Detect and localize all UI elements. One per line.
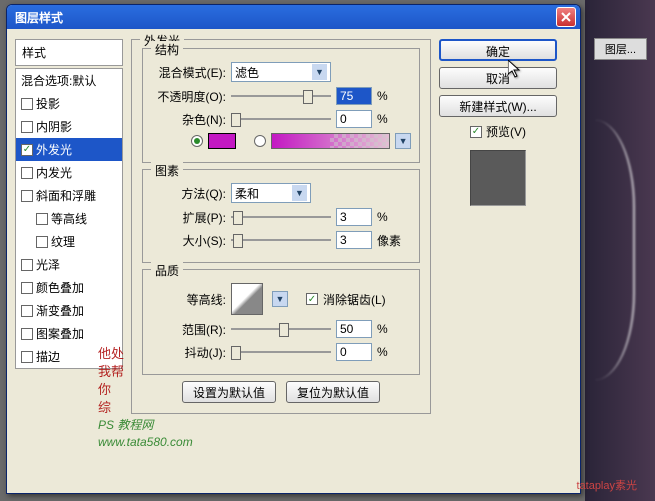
cancel-button[interactable]: 取消: [439, 67, 557, 89]
preview-label: 预览(V): [486, 123, 526, 140]
antialias-checkbox[interactable]: ✓: [306, 293, 318, 305]
noise-label: 杂色(N):: [151, 111, 226, 128]
elements-group: 图素 方法(Q): 柔和▼ 扩展(P): 3 % 大小(S): 3: [142, 169, 420, 263]
close-button[interactable]: [556, 7, 576, 27]
spread-label: 扩展(P):: [151, 209, 226, 226]
size-slider[interactable]: [231, 232, 331, 248]
unit: 像素: [377, 232, 401, 249]
checkbox[interactable]: [36, 213, 48, 225]
background-panel: [585, 0, 655, 501]
bg-light-curve: [595, 120, 635, 380]
dialog-buttons: 确定 取消 新建样式(W)... ✓ 预览(V): [439, 39, 557, 483]
outer-glow-group: 外发光 结构 混合模式(E): 滤色▼ 不透明度(O): 75 % 杂色(N):: [131, 39, 431, 414]
checkbox[interactable]: [21, 167, 33, 179]
blend-mode-select[interactable]: 滤色▼: [231, 62, 331, 82]
opacity-slider[interactable]: [231, 88, 331, 104]
unit: %: [377, 345, 388, 359]
style-item-stroke[interactable]: 描边: [16, 345, 122, 368]
range-label: 范围(R):: [151, 321, 226, 338]
structure-group: 结构 混合模式(E): 滤色▼ 不透明度(O): 75 % 杂色(N):: [142, 48, 420, 163]
styles-sidebar: 样式 混合选项:默认 投影 内阴影 ✓外发光 内发光 斜面和浮雕 等高线 纹理 …: [15, 39, 123, 483]
contour-dropdown[interactable]: ▼: [272, 291, 288, 307]
unit: %: [377, 322, 388, 336]
blend-mode-label: 混合模式(E):: [151, 64, 226, 81]
structure-legend: 结构: [151, 41, 183, 58]
style-item-gradient-overlay[interactable]: 渐变叠加: [16, 299, 122, 322]
size-label: 大小(S):: [151, 232, 226, 249]
gradient-dropdown[interactable]: ▼: [395, 133, 411, 149]
style-item-inner-glow[interactable]: 内发光: [16, 161, 122, 184]
style-item-texture[interactable]: 纹理: [16, 230, 122, 253]
tataplay-watermark: tataplay素光: [576, 477, 637, 493]
antialias-label: 消除锯齿(L): [323, 291, 386, 308]
jitter-slider[interactable]: [231, 344, 331, 360]
checkbox[interactable]: [21, 351, 33, 363]
style-item-contour[interactable]: 等高线: [16, 207, 122, 230]
spread-input[interactable]: 3: [336, 208, 372, 226]
style-item-color-overlay[interactable]: 颜色叠加: [16, 276, 122, 299]
styles-list: 混合选项:默认 投影 内阴影 ✓外发光 内发光 斜面和浮雕 等高线 纹理 光泽 …: [15, 68, 123, 369]
checkbox[interactable]: [36, 236, 48, 248]
jitter-input[interactable]: 0: [336, 343, 372, 361]
preview-checkbox[interactable]: ✓: [470, 126, 482, 138]
set-default-button[interactable]: 设置为默认值: [182, 381, 276, 403]
style-item-drop-shadow[interactable]: 投影: [16, 92, 122, 115]
color-swatch[interactable]: [208, 133, 236, 149]
close-icon: [561, 12, 571, 22]
technique-label: 方法(Q):: [151, 185, 226, 202]
checkbox[interactable]: [21, 121, 33, 133]
checkbox[interactable]: [21, 282, 33, 294]
unit: %: [377, 89, 388, 103]
contour-label: 等高线:: [151, 291, 226, 308]
color-radio[interactable]: [191, 135, 203, 147]
contour-picker[interactable]: [231, 283, 263, 315]
quality-legend: 品质: [151, 262, 183, 279]
gradient-radio[interactable]: [254, 135, 266, 147]
checkbox[interactable]: [21, 328, 33, 340]
preview-toggle[interactable]: ✓ 预览(V): [439, 123, 557, 140]
technique-select[interactable]: 柔和▼: [231, 183, 311, 203]
dialog-title: 图层样式: [15, 9, 556, 26]
range-slider[interactable]: [231, 321, 331, 337]
styles-header[interactable]: 样式: [15, 39, 123, 66]
spread-slider[interactable]: [231, 209, 331, 225]
range-input[interactable]: 50: [336, 320, 372, 338]
quality-group: 品质 等高线: ▼ ✓ 消除锯齿(L) 范围(R): 50 %: [142, 269, 420, 375]
layers-tab[interactable]: 图层...: [594, 38, 647, 60]
gradient-picker[interactable]: [271, 133, 390, 149]
chevron-down-icon: ▼: [292, 185, 307, 201]
unit: %: [377, 210, 388, 224]
titlebar[interactable]: 图层样式: [7, 5, 580, 29]
opacity-input[interactable]: 75: [336, 87, 372, 105]
elements-legend: 图素: [151, 162, 183, 179]
chevron-down-icon: ▼: [312, 64, 327, 80]
new-style-button[interactable]: 新建样式(W)...: [439, 95, 557, 117]
reset-default-button[interactable]: 复位为默认值: [286, 381, 380, 403]
ok-button[interactable]: 确定: [439, 39, 557, 61]
size-input[interactable]: 3: [336, 231, 372, 249]
style-item-pattern-overlay[interactable]: 图案叠加: [16, 322, 122, 345]
checkbox[interactable]: [21, 190, 33, 202]
preview-swatch: [470, 150, 526, 206]
blend-options-item[interactable]: 混合选项:默认: [16, 69, 122, 92]
unit: %: [377, 112, 388, 126]
noise-slider[interactable]: [231, 111, 331, 127]
style-item-satin[interactable]: 光泽: [16, 253, 122, 276]
checkbox[interactable]: ✓: [21, 144, 33, 156]
layer-style-dialog: 图层样式 样式 混合选项:默认 投影 内阴影 ✓外发光 内发光 斜面和浮雕 等高…: [6, 4, 581, 494]
noise-input[interactable]: 0: [336, 110, 372, 128]
checkbox[interactable]: [21, 305, 33, 317]
jitter-label: 抖动(J):: [151, 344, 226, 361]
style-item-bevel[interactable]: 斜面和浮雕: [16, 184, 122, 207]
opacity-label: 不透明度(O):: [151, 88, 226, 105]
style-item-outer-glow[interactable]: ✓外发光: [16, 138, 122, 161]
checkbox[interactable]: [21, 259, 33, 271]
style-item-inner-shadow[interactable]: 内阴影: [16, 115, 122, 138]
settings-panel: 外发光 结构 混合模式(E): 滤色▼ 不透明度(O): 75 % 杂色(N):: [131, 39, 431, 483]
checkbox[interactable]: [21, 98, 33, 110]
